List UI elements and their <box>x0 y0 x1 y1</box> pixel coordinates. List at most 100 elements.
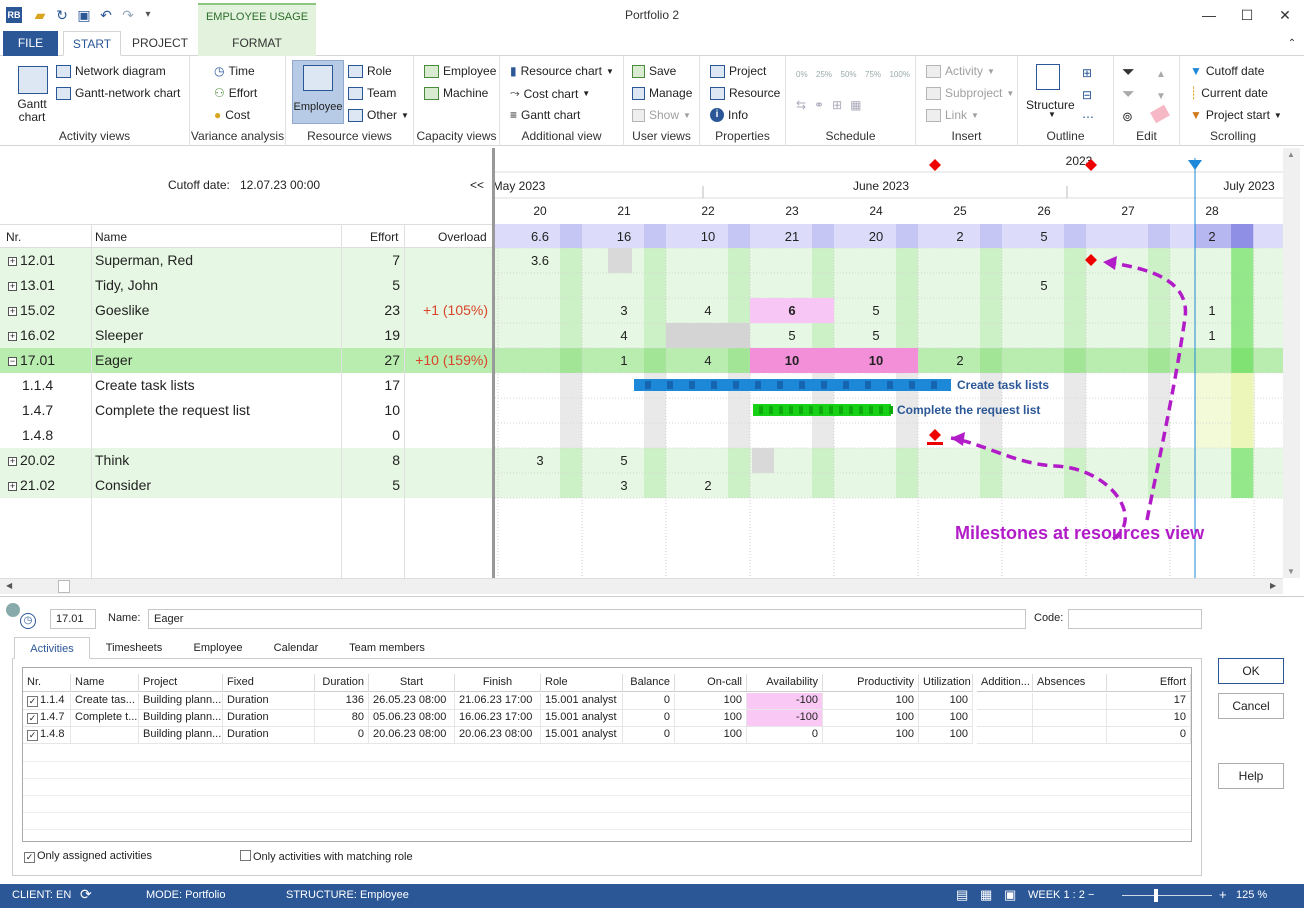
move-up-icon[interactable]: ▲ ▼ <box>1156 64 1166 108</box>
table-cell[interactable] <box>1033 727 1107 744</box>
progress-100-button[interactable]: 100% <box>889 70 909 79</box>
activity-row[interactable]: 1.4.8 0 <box>0 423 492 448</box>
ok-button[interactable]: OK <box>1218 658 1284 684</box>
expand-icon[interactable]: + <box>8 257 17 266</box>
other-button[interactable]: Other ▼ <box>348 108 409 122</box>
row-checkbox-icon[interactable]: ✓ <box>27 730 38 741</box>
progress-75-button[interactable]: 75% <box>865 70 881 79</box>
col-name[interactable]: Name <box>95 230 127 244</box>
filter-icon[interactable]: ⏷ <box>1122 62 1135 84</box>
resource-row[interactable]: +13.01 Tidy, John 5 <box>0 273 492 298</box>
table-cell[interactable]: Building plann... <box>139 710 223 727</box>
column-header[interactable]: Project <box>139 674 223 692</box>
table-cell[interactable]: 21.06.23 17:00 <box>455 693 541 710</box>
minimize-icon[interactable]: — <box>1194 4 1224 26</box>
resource-row[interactable]: +20.02 Think 8 <box>0 448 492 473</box>
binoculars-icon[interactable]: ⊚ <box>1122 106 1133 128</box>
table-cell[interactable]: 20.06.23 08:00 <box>455 727 541 744</box>
manage-button[interactable]: Manage <box>632 86 692 100</box>
tab-employee[interactable]: Employee <box>182 637 254 659</box>
table-cell[interactable]: 15.001 analyst <box>541 693 623 710</box>
close-icon[interactable]: ✕ <box>1270 4 1300 26</box>
expand-icon[interactable]: + <box>8 307 17 316</box>
gantt-chart-small-button[interactable]: ≡ Gantt chart <box>510 108 580 122</box>
code-field[interactable] <box>1068 609 1202 629</box>
eraser-icon[interactable] <box>1150 104 1170 124</box>
column-header[interactable]: Balance <box>623 674 675 692</box>
table-cell[interactable]: 0 <box>623 710 675 727</box>
team-button[interactable]: Team <box>348 86 396 100</box>
help-button[interactable]: Help <box>1218 763 1284 789</box>
col-nr[interactable]: Nr. <box>6 230 21 244</box>
table-cell[interactable]: 20.06.23 08:00 <box>369 727 455 744</box>
table-cell[interactable] <box>977 710 1033 727</box>
table-cell[interactable]: 0 <box>623 727 675 744</box>
nr-field[interactable]: 17.01 <box>50 609 96 629</box>
table-cell[interactable]: 0 <box>747 727 823 744</box>
gantt-network-button[interactable]: Gantt-network chart <box>56 86 180 100</box>
scroll-down-icon[interactable]: ▼ <box>1287 567 1295 576</box>
collapse-icon[interactable]: − <box>8 357 17 366</box>
column-header[interactable]: Productivity <box>823 674 919 692</box>
schedule-tool-icons[interactable]: ⇆⚭⊞▦ <box>796 98 870 112</box>
table-cell[interactable]: 15.001 analyst <box>541 727 623 744</box>
save-view-button[interactable]: Save <box>632 64 676 78</box>
col-overload[interactable]: Overload <box>438 230 487 244</box>
insert-activity-button[interactable]: Activity ▼ <box>926 64 995 78</box>
only-matching-checkbox[interactable]: Only activities with matching role <box>240 850 413 863</box>
maximize-icon[interactable]: ☐ <box>1232 4 1262 26</box>
tab-activities[interactable]: Activities <box>14 637 90 659</box>
column-header[interactable]: Role <box>541 674 623 692</box>
table-cell[interactable]: Complete t... <box>71 710 139 727</box>
only-assigned-checkbox[interactable]: ✓ Only assigned activities <box>24 850 152 863</box>
time-button[interactable]: ◷ Time <box>214 64 255 78</box>
cutoff-date-button[interactable]: ▼ Cutoff date <box>1190 64 1264 78</box>
horizontal-scrollbar[interactable]: ◀ ▶ <box>0 578 1283 594</box>
resource-chart-button[interactable]: ▮ Resource chart ▼ <box>510 64 614 78</box>
sync-icon[interactable]: ⟳ <box>80 886 92 903</box>
zoom-slider[interactable] <box>1122 895 1212 896</box>
table-cell[interactable]: 100 <box>823 710 919 727</box>
table-cell[interactable]: 0 <box>1107 727 1191 744</box>
progress-50-button[interactable]: 50% <box>841 70 857 79</box>
scroll-left-icon[interactable]: ◀ <box>6 581 12 590</box>
tab-format[interactable]: FORMAT <box>198 31 316 56</box>
clear-filter-icon[interactable]: ⏷ <box>1122 84 1135 106</box>
col-effort[interactable]: Effort <box>370 230 398 244</box>
table-cell[interactable]: -100 <box>747 710 823 727</box>
zoom-slider-thumb[interactable] <box>1154 889 1158 902</box>
capacity-machine-button[interactable]: Machine <box>424 86 488 100</box>
table-cell[interactable]: 80 <box>315 710 369 727</box>
show-button[interactable]: Show ▼ <box>632 108 691 122</box>
scroll-thumb[interactable] <box>58 580 70 593</box>
resource-row[interactable]: +21.02 Consider 5 <box>0 473 492 498</box>
tab-project[interactable]: PROJECT <box>125 31 195 56</box>
table-cell[interactable]: Create tas... <box>71 693 139 710</box>
table-cell[interactable]: 0 <box>623 693 675 710</box>
progress-0-button[interactable]: 0% <box>796 70 808 79</box>
cost-chart-button[interactable]: ⤳ Cost chart ▼ <box>510 86 590 101</box>
expand-icon[interactable]: + <box>8 332 17 341</box>
collapse-ribbon-icon[interactable]: ⌃ <box>1282 31 1302 56</box>
gantt-chart-button[interactable]: Gantt chart <box>8 98 56 124</box>
effort-button[interactable]: ⚇ Effort <box>214 86 257 100</box>
column-header[interactable]: On-call <box>675 674 747 692</box>
row-checkbox-icon[interactable]: ✓ <box>27 713 38 724</box>
table-cell[interactable] <box>977 727 1033 744</box>
table-cell[interactable] <box>71 727 139 744</box>
table-cell[interactable]: 100 <box>919 693 973 710</box>
capacity-employee-button[interactable]: Employee <box>424 64 496 78</box>
resource-row[interactable]: +12.01 Superman, Red 7 <box>0 248 492 273</box>
column-header[interactable]: Availability <box>747 674 823 692</box>
column-header[interactable]: Nr. <box>23 674 71 692</box>
table-cell-nr[interactable]: ✓ 1.4.8 <box>23 727 71 744</box>
row-checkbox-icon[interactable]: ✓ <box>27 696 38 707</box>
outline-level-icons[interactable]: ⊞ ⊟ ⋯ <box>1082 62 1094 128</box>
network-diagram-button[interactable]: Network diagram <box>56 64 166 78</box>
current-date-button[interactable]: ┊ Current date <box>1190 86 1268 100</box>
tab-start[interactable]: START <box>63 31 121 56</box>
table-cell[interactable] <box>1033 710 1107 727</box>
scroll-up-icon[interactable]: ▲ <box>1287 150 1295 159</box>
activity-row[interactable]: 1.4.7 Complete the request list 10 <box>0 398 492 423</box>
activity-row[interactable]: 1.1.4 Create task lists 17 <box>0 373 492 398</box>
